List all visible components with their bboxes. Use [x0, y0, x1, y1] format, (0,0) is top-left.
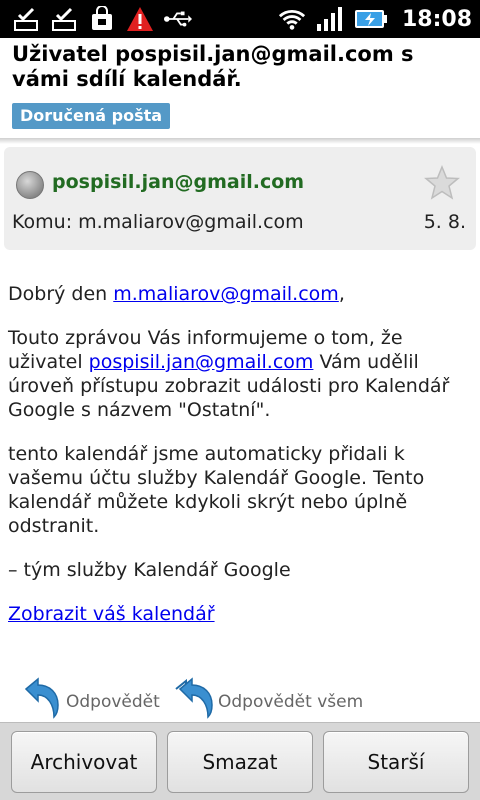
- recipient-email-link[interactable]: m.maliarov@gmail.com: [113, 283, 339, 305]
- presence-status-icon: [16, 171, 44, 199]
- bottom-action-bar: Archivovat Smazat Starší: [0, 722, 480, 800]
- archive-button[interactable]: Archivovat: [11, 731, 157, 793]
- greeting-text: Dobrý den: [8, 283, 114, 305]
- reply-all-label: Odpovědět všem: [218, 692, 364, 712]
- greeting-suffix: ,: [338, 283, 345, 305]
- warning-icon: [126, 5, 154, 33]
- check-notification-icon: [12, 5, 40, 33]
- reply-all-button[interactable]: Odpovědět všem: [174, 672, 363, 722]
- clock: 18:08: [401, 6, 472, 32]
- email-view-screen: 18:08 Uživatel pospisil.jan@gmail.com s …: [0, 0, 480, 800]
- older-button[interactable]: Starší: [323, 731, 469, 793]
- reply-actions: Odpovědět Odpovědět všem: [0, 672, 480, 722]
- inbox-label-badge[interactable]: Doručená pošta: [12, 103, 171, 129]
- star-icon[interactable]: [424, 165, 460, 201]
- notification-icons: [0, 5, 192, 33]
- message-header: Uživatel pospisil.jan@gmail.com s vámi s…: [0, 38, 480, 138]
- shopping-bag-icon: [88, 5, 116, 33]
- signature: – tým služby Kalendář Google: [8, 559, 291, 581]
- battery-charging-icon: [354, 5, 388, 33]
- calendar-paragraph: tento kalendář jsme automaticky přidali …: [8, 443, 425, 537]
- header-divider: [0, 138, 480, 144]
- delete-button[interactable]: Smazat: [167, 731, 313, 793]
- message-body: Dobrý den m.maliarov@gmail.com, Touto zp…: [8, 282, 472, 646]
- sender-email-link[interactable]: pospisil.jan@gmail.com: [89, 351, 314, 373]
- sender-card[interactable]: pospisil.jan@gmail.com Komu: m.maliarov@…: [4, 147, 476, 250]
- usb-icon: [164, 5, 192, 33]
- info-paragraph: Touto zprávou Vás informujeme o tom, že …: [8, 326, 472, 422]
- reply-all-arrow-icon: [175, 677, 213, 719]
- email-subject: Uživatel pospisil.jan@gmail.com s vámi s…: [12, 42, 414, 91]
- message-date: 5. 8.: [423, 211, 466, 233]
- recipient-line: Komu: m.maliarov@gmail.com: [12, 211, 304, 233]
- signal-icon: [316, 5, 344, 33]
- reply-arrow-icon: [24, 677, 59, 719]
- sender-address[interactable]: pospisil.jan@gmail.com: [52, 171, 304, 193]
- wifi-icon: [278, 5, 306, 33]
- status-bar: 18:08: [0, 0, 480, 38]
- system-icons: 18:08: [278, 0, 472, 38]
- check-notification-icon: [50, 5, 78, 33]
- view-calendar-link[interactable]: Zobrazit váš kalendář: [8, 603, 215, 625]
- greeting-paragraph: Dobrý den m.maliarov@gmail.com,: [8, 282, 472, 306]
- reply-button[interactable]: Odpovědět: [22, 672, 160, 722]
- reply-label: Odpovědět: [66, 692, 160, 712]
